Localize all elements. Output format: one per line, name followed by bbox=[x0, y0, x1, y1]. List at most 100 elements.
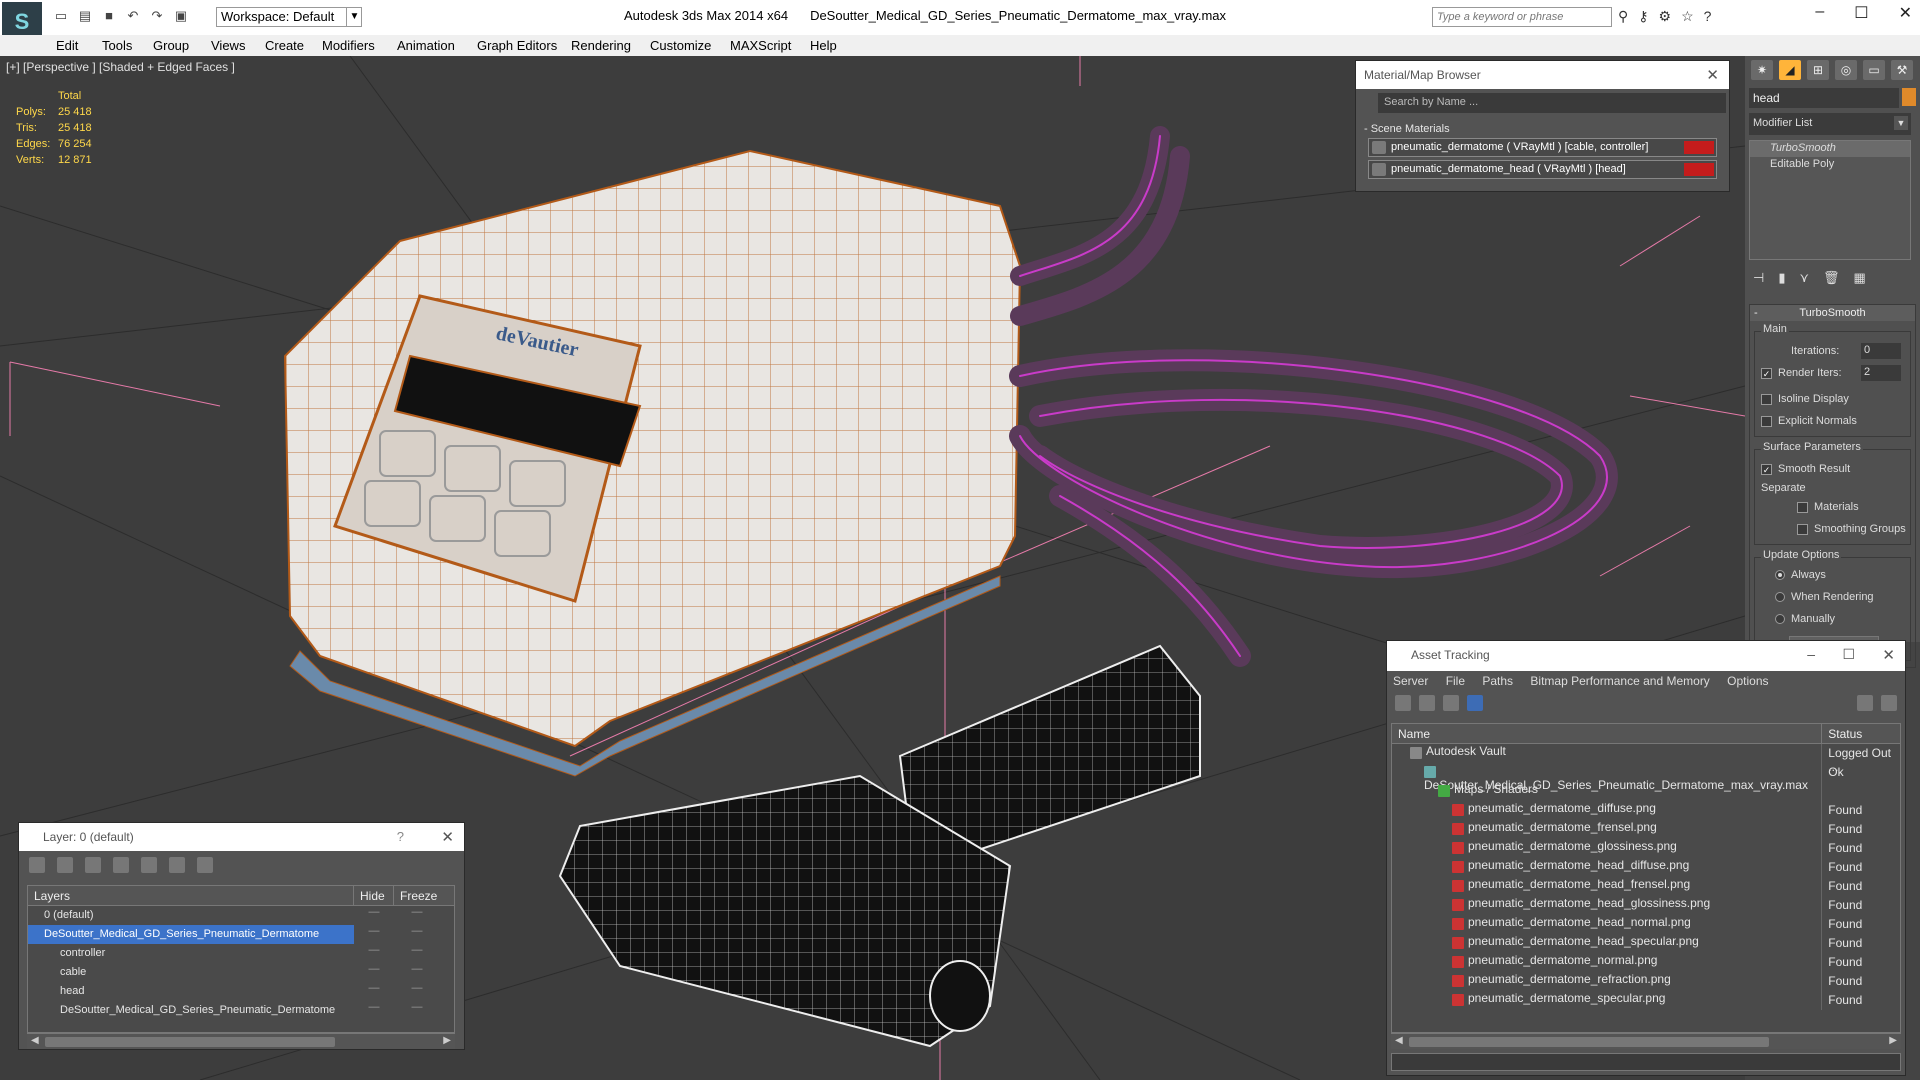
undo-icon[interactable]: ↶ bbox=[124, 8, 142, 24]
layer-row[interactable]: controller — — bbox=[28, 944, 454, 963]
material-search-input[interactable]: Search by Name ... bbox=[1378, 93, 1726, 113]
close-icon[interactable]: ✕ bbox=[1899, 3, 1912, 23]
asset-horizontal-scrollbar[interactable]: ◀ ▶ bbox=[1391, 1033, 1901, 1049]
minimize-icon[interactable]: – bbox=[1815, 3, 1824, 23]
render-iters-spinner[interactable]: 2 bbox=[1861, 365, 1901, 381]
layer-name[interactable]: 0 (default) bbox=[28, 906, 354, 925]
keyword-search-input[interactable]: Type a keyword or phrase bbox=[1432, 7, 1612, 27]
modifier-list-dropdown[interactable]: Modifier List ▼ bbox=[1749, 113, 1911, 135]
layer-row[interactable]: DeSoutter_Medical_GD_Series_Pneumatic_De… bbox=[28, 925, 454, 944]
asset-row[interactable]: pneumatic_dermatome_specular.png Found bbox=[1392, 991, 1900, 1010]
col-layers[interactable]: Layers bbox=[28, 886, 354, 905]
open-file-icon[interactable]: ▤ bbox=[76, 8, 94, 24]
redo-icon[interactable]: ↷ bbox=[148, 8, 166, 24]
layer-name[interactable]: controller bbox=[28, 944, 354, 963]
asset-row[interactable]: pneumatic_dermatome_head_frensel.png Foun… bbox=[1392, 877, 1900, 896]
asset-row[interactable]: DeSoutter_Medical_GD_Series_Pneumatic_De… bbox=[1392, 763, 1900, 792]
viewport-label[interactable]: [+] [Perspective ] [Shaded + Edged Faces… bbox=[6, 60, 235, 74]
menu-paths[interactable]: Paths bbox=[1482, 674, 1513, 688]
layer-row[interactable]: head — — bbox=[28, 982, 454, 1001]
menu-edit[interactable]: Edit bbox=[56, 38, 78, 53]
layer-row[interactable]: DeSoutter_Medical_GD_Series_Pneumatic_De… bbox=[28, 1001, 454, 1020]
materials-checkbox[interactable] bbox=[1797, 501, 1808, 513]
asset-row[interactable]: pneumatic_dermatome_head_specular.png Fou… bbox=[1392, 934, 1900, 953]
freeze-toggle[interactable]: — bbox=[394, 944, 440, 963]
hide-toggle[interactable]: — bbox=[354, 925, 394, 944]
show-end-result-icon[interactable]: ▮ bbox=[1778, 270, 1785, 286]
asset-row[interactable]: pneumatic_dermatome_head_glossiness.png F… bbox=[1392, 896, 1900, 915]
smooth-result-checkbox[interactable]: ✓ bbox=[1761, 463, 1772, 475]
maximize-icon[interactable]: ☐ bbox=[1854, 3, 1868, 23]
menu-create[interactable]: Create bbox=[265, 38, 304, 53]
remove-modifier-icon[interactable]: 🗑 bbox=[1823, 270, 1840, 286]
hide-toggle[interactable]: — bbox=[354, 1001, 394, 1020]
col-hide[interactable]: Hide bbox=[354, 886, 394, 905]
delete-layer-icon[interactable] bbox=[57, 857, 73, 873]
help-icon[interactable]: ? bbox=[1704, 8, 1712, 25]
when-rendering-radio[interactable] bbox=[1775, 592, 1785, 602]
asset-row[interactable]: pneumatic_dermatome_diffuse.png Found bbox=[1392, 801, 1900, 820]
pin-stack-icon[interactable]: ⊣ bbox=[1753, 270, 1764, 286]
hide-all-icon[interactable] bbox=[169, 857, 185, 873]
help-icon[interactable] bbox=[1857, 695, 1873, 711]
thumbnail-view-icon[interactable] bbox=[1443, 695, 1459, 711]
asset-row[interactable]: pneumatic_dermatome_frensel.png Found bbox=[1392, 820, 1900, 839]
menu-tools[interactable]: Tools bbox=[102, 38, 132, 53]
asset-row[interactable]: Maps / Shaders bbox=[1392, 782, 1900, 801]
asset-row[interactable]: Autodesk Vault Logged Out ... bbox=[1392, 744, 1900, 774]
create-layer-icon[interactable] bbox=[29, 857, 45, 873]
asset-row[interactable]: pneumatic_dermatome_head_normal.png Found bbox=[1392, 915, 1900, 934]
minimize-icon[interactable]: – bbox=[1807, 646, 1815, 662]
create-tab-icon[interactable]: ✷ bbox=[1751, 60, 1773, 80]
layer-row[interactable]: 0 (default) — — bbox=[28, 906, 454, 925]
layer-name[interactable]: cable bbox=[28, 963, 354, 982]
settings-icon[interactable] bbox=[1881, 695, 1897, 711]
always-radio[interactable] bbox=[1775, 570, 1785, 580]
object-name-field[interactable]: head bbox=[1749, 88, 1899, 108]
menu-graph-editors[interactable]: Graph Editors bbox=[477, 38, 557, 53]
save-icon[interactable]: ■ bbox=[100, 8, 118, 24]
layer-name[interactable]: DeSoutter_Medical_GD_Series_Pneumatic_De… bbox=[28, 1001, 354, 1020]
binoculars-icon[interactable]: ⚲ bbox=[1618, 8, 1628, 25]
isoline-checkbox[interactable] bbox=[1761, 393, 1772, 405]
material-item[interactable]: pneumatic_dermatome_head ( VRayMtl ) [he… bbox=[1368, 160, 1717, 179]
chevron-down-icon[interactable]: ▼ bbox=[1894, 116, 1908, 130]
freeze-toggle[interactable]: — bbox=[394, 963, 440, 982]
chevron-down-icon[interactable]: ▼ bbox=[346, 7, 362, 27]
key-icon[interactable]: ⚷ bbox=[1638, 8, 1648, 25]
table-view-icon[interactable] bbox=[1467, 695, 1483, 711]
maximize-icon[interactable]: ☐ bbox=[1842, 646, 1855, 663]
menu-group[interactable]: Group bbox=[153, 38, 189, 53]
close-icon[interactable]: ✕ bbox=[441, 828, 454, 846]
menu-server[interactable]: Server bbox=[1393, 674, 1428, 688]
close-icon[interactable]: ✕ bbox=[1706, 66, 1719, 84]
layer-row[interactable]: cable — — bbox=[28, 963, 454, 982]
display-tab-icon[interactable]: ▭ bbox=[1863, 60, 1885, 80]
asset-row[interactable]: pneumatic_dermatome_glossiness.png Found bbox=[1392, 839, 1900, 858]
layer-name[interactable]: head bbox=[28, 982, 354, 1001]
scroll-right-icon[interactable]: ▶ bbox=[443, 1035, 451, 1046]
menu-file[interactable]: File bbox=[1446, 674, 1465, 688]
hierarchy-tab-icon[interactable]: ⊞ bbox=[1807, 60, 1829, 80]
configure-sets-icon[interactable]: ▦ bbox=[1854, 270, 1866, 286]
asset-path-field[interactable] bbox=[1391, 1053, 1901, 1071]
close-icon[interactable]: ✕ bbox=[1882, 646, 1895, 664]
menu-options[interactable]: Options bbox=[1727, 674, 1768, 688]
freeze-toggle[interactable]: — bbox=[394, 982, 440, 1001]
col-name[interactable]: Name bbox=[1392, 724, 1823, 743]
scene-materials-header[interactable]: - Scene Materials bbox=[1364, 123, 1721, 135]
stack-item-editable-poly[interactable]: Editable Poly bbox=[1750, 157, 1910, 173]
menu-views[interactable]: Views bbox=[211, 38, 245, 53]
menu-help[interactable]: Help bbox=[810, 38, 837, 53]
help-icon[interactable]: ? bbox=[397, 829, 404, 844]
menu-modifiers[interactable]: Modifiers bbox=[322, 38, 375, 53]
rollout-header[interactable]: TurboSmooth bbox=[1750, 305, 1915, 321]
iterations-spinner[interactable]: 0 bbox=[1861, 343, 1901, 359]
star-icon[interactable]: ☆ bbox=[1681, 8, 1694, 25]
col-freeze[interactable]: Freeze bbox=[394, 886, 440, 905]
smoothing-groups-checkbox[interactable] bbox=[1797, 523, 1808, 535]
col-status[interactable]: Status bbox=[1822, 724, 1900, 743]
stack-item-turbosmooth[interactable]: TurboSmooth bbox=[1750, 141, 1910, 157]
scroll-thumb[interactable] bbox=[45, 1037, 335, 1047]
menu-bitmap-performance[interactable]: Bitmap Performance and Memory bbox=[1530, 674, 1709, 688]
